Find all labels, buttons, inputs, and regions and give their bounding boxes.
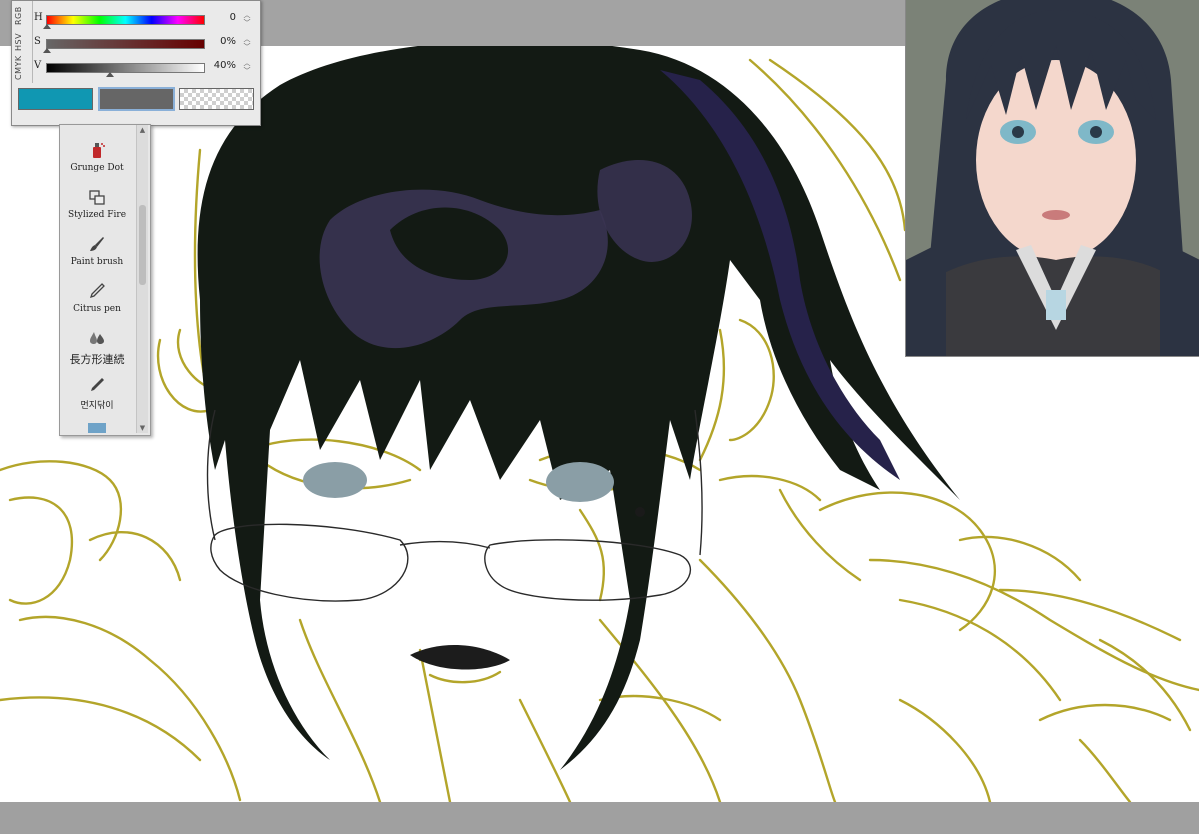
brush-label: 먼지닦이 bbox=[80, 401, 114, 411]
brush-item-stylized-fire[interactable]: Stylized Fire bbox=[60, 188, 134, 220]
hue-label: H bbox=[34, 12, 43, 23]
pen-icon bbox=[89, 283, 105, 299]
reference-portrait bbox=[906, 0, 1199, 356]
main-color-swatch[interactable] bbox=[18, 88, 93, 110]
brush-palette-scrollbar[interactable]: ▲ ▼ bbox=[136, 125, 148, 433]
value-value[interactable]: 40% bbox=[206, 60, 236, 71]
hair-fill bbox=[197, 46, 960, 770]
scrollbar-thumb[interactable] bbox=[139, 205, 146, 285]
reference-image-window[interactable] bbox=[905, 0, 1199, 357]
brush-item-citrus-pen[interactable]: Citrus pen bbox=[60, 282, 134, 314]
tab-hsv[interactable]: HSV bbox=[14, 29, 30, 55]
brush-item-paint-brush[interactable]: Paint brush bbox=[60, 235, 134, 267]
brush-icon bbox=[90, 237, 104, 251]
pen-icon bbox=[91, 378, 104, 391]
hue-slider[interactable] bbox=[46, 15, 205, 25]
hue-value[interactable]: 0 bbox=[206, 12, 236, 23]
transparent-color-swatch[interactable] bbox=[179, 88, 254, 110]
sub-color-swatch[interactable] bbox=[98, 87, 175, 111]
mouth bbox=[410, 644, 510, 670]
bottom-status-strip bbox=[0, 802, 1199, 834]
brush-item-grunge-dot[interactable]: Grunge Dot bbox=[60, 141, 134, 173]
brush-item-rectangle-continuous[interactable]: 長方形連続 bbox=[60, 329, 134, 367]
scroll-up-icon[interactable]: ▲ bbox=[137, 125, 148, 135]
saturation-value[interactable]: 0% bbox=[206, 36, 236, 47]
value-slider-row: V 40% ︿ ﹀ bbox=[34, 59, 256, 77]
next-brush-icon bbox=[88, 423, 106, 433]
stamp-icon bbox=[89, 190, 105, 205]
saturation-slider-thumb[interactable] bbox=[43, 48, 51, 53]
value-spinner[interactable]: ︿ ﹀ bbox=[242, 59, 252, 75]
tab-cmyk[interactable]: CMYK bbox=[14, 55, 30, 81]
tab-rgb[interactable]: RGB bbox=[14, 3, 30, 29]
spin-down-icon[interactable]: ﹀ bbox=[244, 19, 251, 27]
saturation-label: S bbox=[34, 36, 41, 47]
value-label: V bbox=[34, 60, 42, 71]
brush-label: Paint brush bbox=[70, 257, 124, 267]
brush-palette: Grunge Dot Stylized Fire Paint brush Cit… bbox=[59, 124, 151, 436]
brush-label: Stylized Fire bbox=[67, 210, 127, 220]
hue-spinner[interactable]: ︿ ﹀ bbox=[242, 11, 252, 27]
color-mode-tabs: RGB HSV CMYK bbox=[12, 1, 33, 83]
saturation-spinner[interactable]: ︿ ﹀ bbox=[242, 35, 252, 51]
value-slider-thumb[interactable] bbox=[106, 72, 114, 77]
saturation-slider-row: S 0% ︿ ﹀ bbox=[34, 35, 256, 53]
spin-up-icon[interactable]: ︿ bbox=[244, 59, 251, 67]
brush-item-duster[interactable]: 먼지닦이 bbox=[60, 376, 134, 411]
hue-slider-row: H 0 ︿ ﹀ bbox=[34, 11, 256, 29]
hue-slider-thumb[interactable] bbox=[43, 24, 51, 29]
brush-label: 長方形連続 bbox=[69, 353, 125, 366]
spin-down-icon[interactable]: ﹀ bbox=[244, 67, 251, 75]
brush-label: Citrus pen bbox=[73, 304, 121, 314]
eyes bbox=[303, 462, 645, 517]
spray-icon bbox=[93, 143, 105, 158]
saturation-slider[interactable] bbox=[46, 39, 205, 49]
spin-up-icon[interactable]: ︿ bbox=[244, 35, 251, 43]
spin-down-icon[interactable]: ﹀ bbox=[244, 43, 251, 51]
scroll-down-icon[interactable]: ▼ bbox=[137, 423, 148, 433]
droplets-icon bbox=[90, 332, 104, 344]
brush-label: Grunge Dot bbox=[70, 163, 124, 173]
value-slider[interactable] bbox=[46, 63, 205, 73]
color-slider-panel: RGB HSV CMYK H 0 ︿ ﹀ S 0% ︿ ﹀ V 40% ︿ ﹀ bbox=[11, 0, 261, 126]
spin-up-icon[interactable]: ︿ bbox=[244, 11, 251, 19]
